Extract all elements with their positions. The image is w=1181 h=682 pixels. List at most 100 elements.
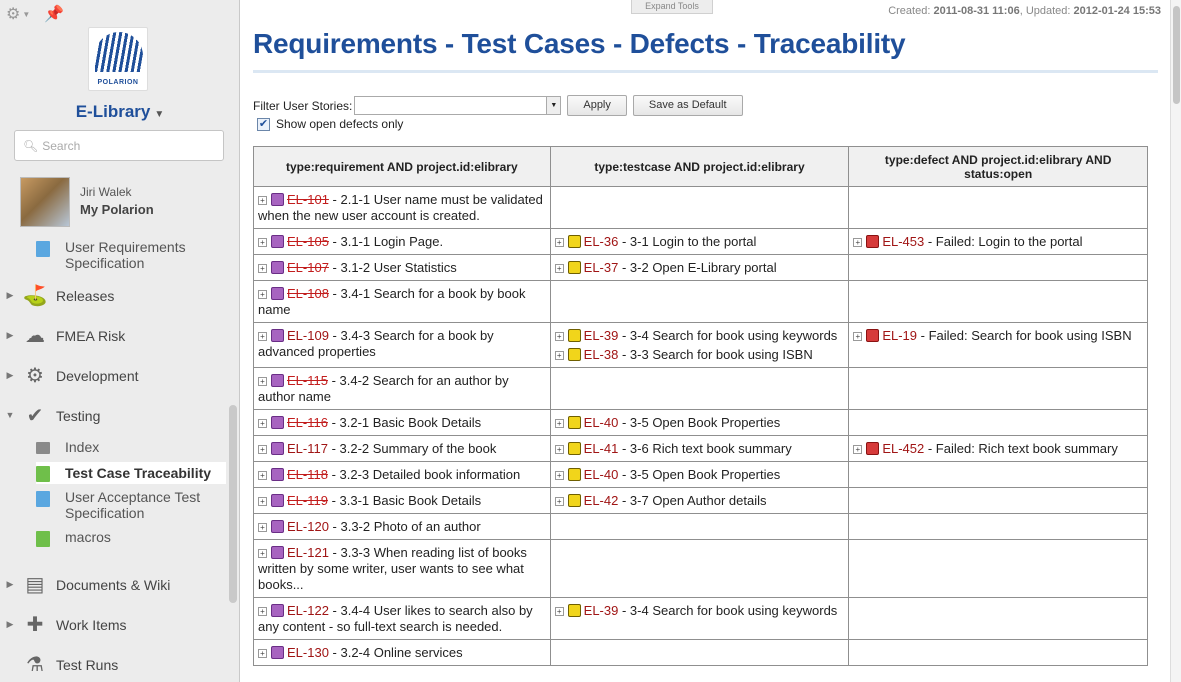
table-row: + EL-101 - 2.1-1 User name must be valida… xyxy=(253,186,1148,229)
sidebar-item-releases[interactable]: ▶ ⛳ Releases xyxy=(0,286,228,306)
expand-plus-icon[interactable]: + xyxy=(258,445,267,454)
testcase-entry: + EL-39 - 3-4 Search for book using keywo… xyxy=(554,328,845,344)
testcase-id-link[interactable]: EL-41 xyxy=(584,441,619,456)
testcase-id-link[interactable]: EL-40 xyxy=(584,415,619,430)
requirement-id-link[interactable]: EL-108 xyxy=(287,286,329,301)
expand-tools-button[interactable]: Expand Tools xyxy=(631,0,713,14)
requirement-id-link[interactable]: EL-120 xyxy=(287,519,329,534)
avatar[interactable] xyxy=(20,177,70,227)
testcase-id-link[interactable]: EL-37 xyxy=(584,260,619,275)
requirement-entry: + EL-122 - 3.4-4 User likes to search als… xyxy=(258,603,546,635)
defect-cell: + EL-19 - Failed: Search for book using I… xyxy=(848,322,1148,368)
expand-plus-icon[interactable]: + xyxy=(554,471,564,480)
sidebar-item-work-items[interactable]: ▶ ✚ Work Items xyxy=(0,615,228,635)
filter-user-stories-select[interactable]: ▼ xyxy=(354,96,562,115)
scrollbar-thumb[interactable] xyxy=(1173,6,1180,104)
expand-plus-icon[interactable]: + xyxy=(554,497,564,506)
testcase-id-link[interactable]: EL-40 xyxy=(584,467,619,482)
sidebar-scrollbar[interactable] xyxy=(229,405,237,603)
testcase-id-link[interactable]: EL-39 xyxy=(584,328,619,343)
defect-cell xyxy=(848,513,1148,540)
collapse-arrow-icon[interactable]: ▼ xyxy=(0,410,20,420)
expand-plus-icon[interactable]: + xyxy=(554,351,564,360)
chevron-down-icon[interactable]: ▼ xyxy=(22,10,30,19)
requirement-id-link[interactable]: EL-130 xyxy=(287,645,329,660)
expand-arrow-icon[interactable]: ▶ xyxy=(0,290,20,301)
polarion-logo[interactable]: POLARION xyxy=(88,27,148,91)
requirement-id-link[interactable]: EL-117 xyxy=(287,441,328,456)
expand-plus-icon[interactable]: + xyxy=(554,607,564,616)
defect-id-link[interactable]: EL-453 xyxy=(882,234,924,249)
sidebar-item-testing[interactable]: ▼ ✔ Testing xyxy=(0,406,228,426)
sidebar-item-macros[interactable]: macros xyxy=(36,529,226,547)
requirement-id-link[interactable]: EL-105 xyxy=(287,234,329,249)
sidebar-item-index[interactable]: Index xyxy=(36,439,226,455)
expand-plus-icon[interactable]: + xyxy=(258,290,267,299)
apply-button[interactable]: Apply xyxy=(567,95,627,116)
requirement-cell: + EL-130 - 3.2-4 Online services xyxy=(253,639,551,666)
expand-plus-icon[interactable]: + xyxy=(853,238,863,247)
expand-plus-icon[interactable]: + xyxy=(258,549,267,558)
expand-plus-icon[interactable]: + xyxy=(554,445,564,454)
expand-plus-icon[interactable]: + xyxy=(258,607,267,616)
testcase-cell xyxy=(549,367,850,410)
requirement-id-link[interactable]: EL-109 xyxy=(287,328,329,343)
expand-plus-icon[interactable]: + xyxy=(258,419,267,428)
project-selector[interactable]: E-Library ▼ xyxy=(0,102,239,122)
expand-plus-icon[interactable]: + xyxy=(554,419,564,428)
expand-plus-icon[interactable]: + xyxy=(258,196,267,205)
defect-id-link[interactable]: EL-19 xyxy=(882,328,917,343)
requirement-id-link[interactable]: EL-107 xyxy=(287,260,329,275)
expand-arrow-icon[interactable]: ▶ xyxy=(0,579,20,590)
show-open-defects-checkbox[interactable]: ✔ xyxy=(257,117,270,131)
requirement-id-link[interactable]: EL-119 xyxy=(287,493,328,508)
requirement-id-link[interactable]: EL-122 xyxy=(287,603,329,618)
requirement-id-link[interactable]: EL-121 xyxy=(287,545,329,560)
testcase-id-link[interactable]: EL-38 xyxy=(584,347,619,362)
expand-plus-icon[interactable]: + xyxy=(258,649,267,658)
sidebar-item-user-acceptance-test-specification[interactable]: User Acceptance Test Specification xyxy=(36,489,226,521)
expand-plus-icon[interactable]: + xyxy=(258,264,267,273)
expand-plus-icon[interactable]: + xyxy=(554,238,564,247)
testcase-id-link[interactable]: EL-36 xyxy=(584,234,619,249)
sidebar-item-fmea-risk[interactable]: ▶ ☁ FMEA Risk xyxy=(0,326,228,346)
expand-arrow-icon[interactable]: ▶ xyxy=(0,370,20,381)
requirement-entry: + EL-105 - 3.1-1 Login Page. xyxy=(258,234,546,250)
expand-plus-icon[interactable]: + xyxy=(258,471,267,480)
requirement-id-link[interactable]: EL-116 xyxy=(287,415,328,430)
sidebar-item-test-case-traceability[interactable]: Test Case Traceability xyxy=(36,462,226,484)
main-scrollbar[interactable] xyxy=(1170,0,1181,682)
expand-plus-icon[interactable]: + xyxy=(853,445,863,454)
defect-id-link[interactable]: EL-452 xyxy=(882,441,924,456)
save-as-default-button[interactable]: Save as Default xyxy=(632,95,743,116)
expand-plus-icon[interactable]: + xyxy=(258,523,267,532)
gear-icon[interactable]: ⚙ xyxy=(6,4,20,24)
expand-arrow-icon[interactable]: ▶ xyxy=(0,619,20,630)
defect-icon xyxy=(866,235,880,248)
chevron-down-icon[interactable]: ▼ xyxy=(546,97,561,114)
sidebar-item-test-runs[interactable]: ⚗ Test Runs xyxy=(0,655,228,675)
report-icon xyxy=(36,531,50,547)
expand-plus-icon[interactable]: + xyxy=(258,238,267,247)
search-input[interactable]: 🔍︎ Search xyxy=(14,130,224,161)
expand-arrow-icon[interactable]: ▶ xyxy=(0,330,20,341)
my-polarion-link[interactable]: My Polarion xyxy=(80,202,154,217)
sidebar-item-user-requirements-specification[interactable]: User Requirements Specification xyxy=(36,239,226,271)
expand-plus-icon[interactable]: + xyxy=(258,497,267,506)
expand-plus-icon[interactable]: + xyxy=(853,332,863,341)
requirement-id-link[interactable]: EL-115 xyxy=(287,373,328,388)
requirement-icon xyxy=(271,468,284,481)
testcase-id-link[interactable]: EL-39 xyxy=(584,603,619,618)
expand-plus-icon[interactable]: + xyxy=(554,332,564,341)
expand-plus-icon[interactable]: + xyxy=(258,332,267,341)
requirement-cell: + EL-105 - 3.1-1 Login Page. xyxy=(253,228,551,255)
requirement-cell: + EL-120 - 3.3-2 Photo of an author xyxy=(253,513,551,540)
sidebar-item-development[interactable]: ▶ ⚙ Development xyxy=(0,366,228,386)
testcase-id-link[interactable]: EL-42 xyxy=(584,493,619,508)
expand-plus-icon[interactable]: + xyxy=(554,264,564,273)
expand-plus-icon[interactable]: + xyxy=(258,377,267,386)
requirement-id-link[interactable]: EL-101 xyxy=(287,192,329,207)
pin-icon[interactable]: 📌 xyxy=(44,4,64,24)
sidebar-item-documents-wiki[interactable]: ▶ ▤ Documents & Wiki xyxy=(0,575,228,595)
requirement-id-link[interactable]: EL-118 xyxy=(287,467,328,482)
